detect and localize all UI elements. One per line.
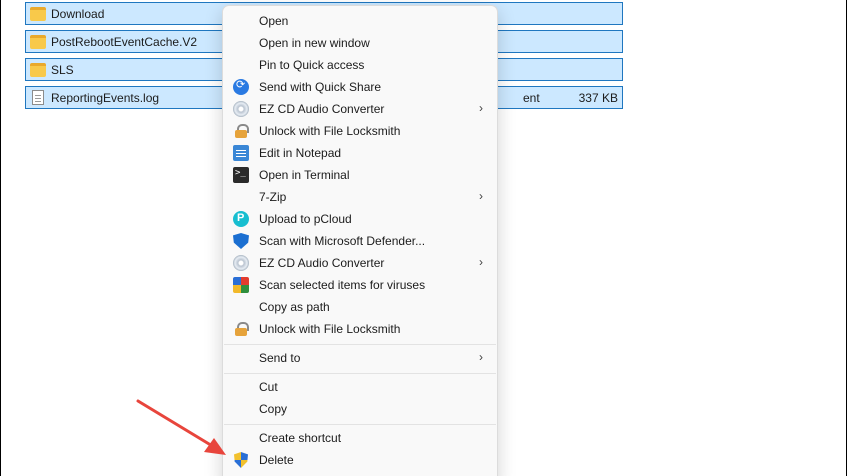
menu-item-scan-viruses[interactable]: Scan selected items for viruses: [227, 274, 493, 296]
menu-item-label: Copy: [259, 402, 288, 416]
file-name: ReportingEvents.log: [51, 90, 160, 105]
menu-item-upload-pcloud[interactable]: Upload to pCloud: [227, 208, 493, 230]
uac-shield-icon: [233, 452, 249, 468]
menu-separator: [224, 373, 496, 374]
file-type: ent: [523, 91, 540, 105]
menu-item-unlock-file-locksmith-2[interactable]: Unlock with File Locksmith: [227, 318, 493, 340]
menu-item-pin-quick-access[interactable]: Pin to Quick access: [227, 54, 493, 76]
menu-item-label: EZ CD Audio Converter: [259, 102, 385, 116]
menu-item-label: Open: [259, 14, 289, 28]
chevron-right-icon: ›: [479, 189, 483, 203]
file-size: 337 KB: [578, 91, 618, 105]
menu-item-send-to[interactable]: Send to ›: [227, 347, 493, 369]
menu-item-label: Open in Terminal: [259, 168, 350, 182]
terminal-icon: [233, 167, 249, 183]
menu-item-quick-share[interactable]: Send with Quick Share: [227, 76, 493, 98]
menu-item-label: Open in new window: [259, 36, 370, 50]
menu-item-label: Send with Quick Share: [259, 80, 382, 94]
menu-item-create-shortcut[interactable]: Create shortcut: [227, 427, 493, 449]
menu-item-delete[interactable]: Delete: [227, 449, 493, 471]
menu-item-label: Scan selected items for viruses: [259, 278, 426, 292]
menu-item-label: Upload to pCloud: [259, 212, 352, 226]
menu-item-label: Delete: [259, 453, 294, 467]
menu-item-7zip[interactable]: 7-Zip ›: [227, 186, 493, 208]
menu-item-label: Copy as path: [259, 300, 330, 314]
folder-icon: [30, 62, 46, 77]
menu-item-edit-notepad[interactable]: Edit in Notepad: [227, 142, 493, 164]
folder-icon: [30, 34, 46, 49]
menu-item-open[interactable]: Open: [227, 10, 493, 32]
menu-item-ez-cd-audio-converter[interactable]: EZ CD Audio Converter ›: [227, 98, 493, 120]
menu-item-unlock-file-locksmith[interactable]: Unlock with File Locksmith: [227, 120, 493, 142]
menu-item-label: EZ CD Audio Converter: [259, 256, 385, 270]
chevron-right-icon: ›: [479, 350, 483, 364]
file-name: PostRebootEventCache.V2: [51, 34, 198, 49]
antivirus-icon: [233, 277, 249, 293]
menu-item-label: Cut: [259, 380, 278, 394]
quick-share-icon: [233, 78, 249, 95]
menu-item-copy-as-path[interactable]: Copy as path: [227, 296, 493, 318]
file-name: SLS: [51, 62, 74, 77]
lock-icon: [233, 321, 249, 337]
menu-item-label: Send to: [259, 351, 301, 365]
context-menu: Open Open in new window Pin to Quick acc…: [222, 5, 498, 476]
chevron-right-icon: ›: [479, 255, 483, 269]
menu-item-cut[interactable]: Cut: [227, 376, 493, 398]
menu-item-label: Unlock with File Locksmith: [259, 322, 401, 336]
menu-item-open-new-window[interactable]: Open in new window: [227, 32, 493, 54]
menu-separator: [224, 424, 496, 425]
menu-item-scan-defender[interactable]: Scan with Microsoft Defender...: [227, 230, 493, 252]
pcloud-icon: [233, 211, 249, 227]
folder-icon: [30, 6, 46, 21]
menu-item-label: Create shortcut: [259, 431, 342, 445]
lock-icon: [233, 123, 249, 139]
menu-item-copy[interactable]: Copy: [227, 398, 493, 420]
menu-item-open-terminal[interactable]: Open in Terminal: [227, 164, 493, 186]
cd-icon: [233, 255, 249, 271]
defender-shield-icon: [233, 233, 249, 249]
menu-separator: [224, 344, 496, 345]
menu-item-ez-cd-audio-converter-2[interactable]: EZ CD Audio Converter ›: [227, 252, 493, 274]
menu-item-label: Edit in Notepad: [259, 146, 342, 160]
menu-item-label: Scan with Microsoft Defender...: [259, 234, 426, 248]
notepad-icon: [233, 145, 249, 161]
cd-icon: [233, 101, 249, 117]
file-name: Download: [51, 6, 105, 21]
menu-item-label: Unlock with File Locksmith: [259, 124, 401, 138]
menu-item-label: Pin to Quick access: [259, 58, 365, 72]
menu-item-label: 7-Zip: [259, 190, 287, 204]
chevron-right-icon: ›: [479, 101, 483, 115]
text-file-icon: [32, 90, 44, 105]
